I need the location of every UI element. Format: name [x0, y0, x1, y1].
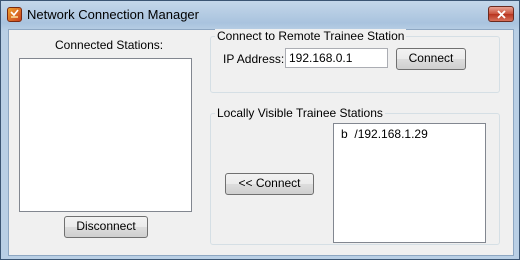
- local-connect-button[interactable]: << Connect: [225, 173, 314, 195]
- connected-stations-list[interactable]: [19, 58, 192, 212]
- app-icon[interactable]: [7, 7, 22, 22]
- ip-address-label: IP Address:: [223, 52, 285, 66]
- remote-connect-button[interactable]: Connect: [396, 48, 466, 70]
- close-button[interactable]: [488, 6, 514, 22]
- title-bar[interactable]: Network Connection Manager: [1, 1, 519, 29]
- local-stations-group-title: Locally Visible Trainee Stations: [215, 106, 385, 120]
- window-title: Network Connection Manager: [27, 7, 199, 22]
- app-window: Network Connection Manager Connected Sta…: [0, 0, 520, 260]
- local-stations-list[interactable]: b /192.168.1.29: [333, 123, 486, 243]
- ip-address-field[interactable]: 192.168.0.1: [285, 48, 388, 68]
- remote-connect-group-title: Connect to Remote Trainee Station: [215, 29, 407, 43]
- station-ip: /192.168.1.29: [354, 127, 428, 141]
- close-icon: [497, 10, 506, 19]
- list-item[interactable]: b /192.168.1.29: [341, 127, 428, 141]
- disconnect-button[interactable]: Disconnect: [64, 216, 148, 238]
- connected-stations-label: Connected Stations:: [55, 38, 164, 52]
- client-area: Connected Stations: Disconnect Connect t…: [8, 29, 514, 256]
- station-name: b: [341, 127, 348, 141]
